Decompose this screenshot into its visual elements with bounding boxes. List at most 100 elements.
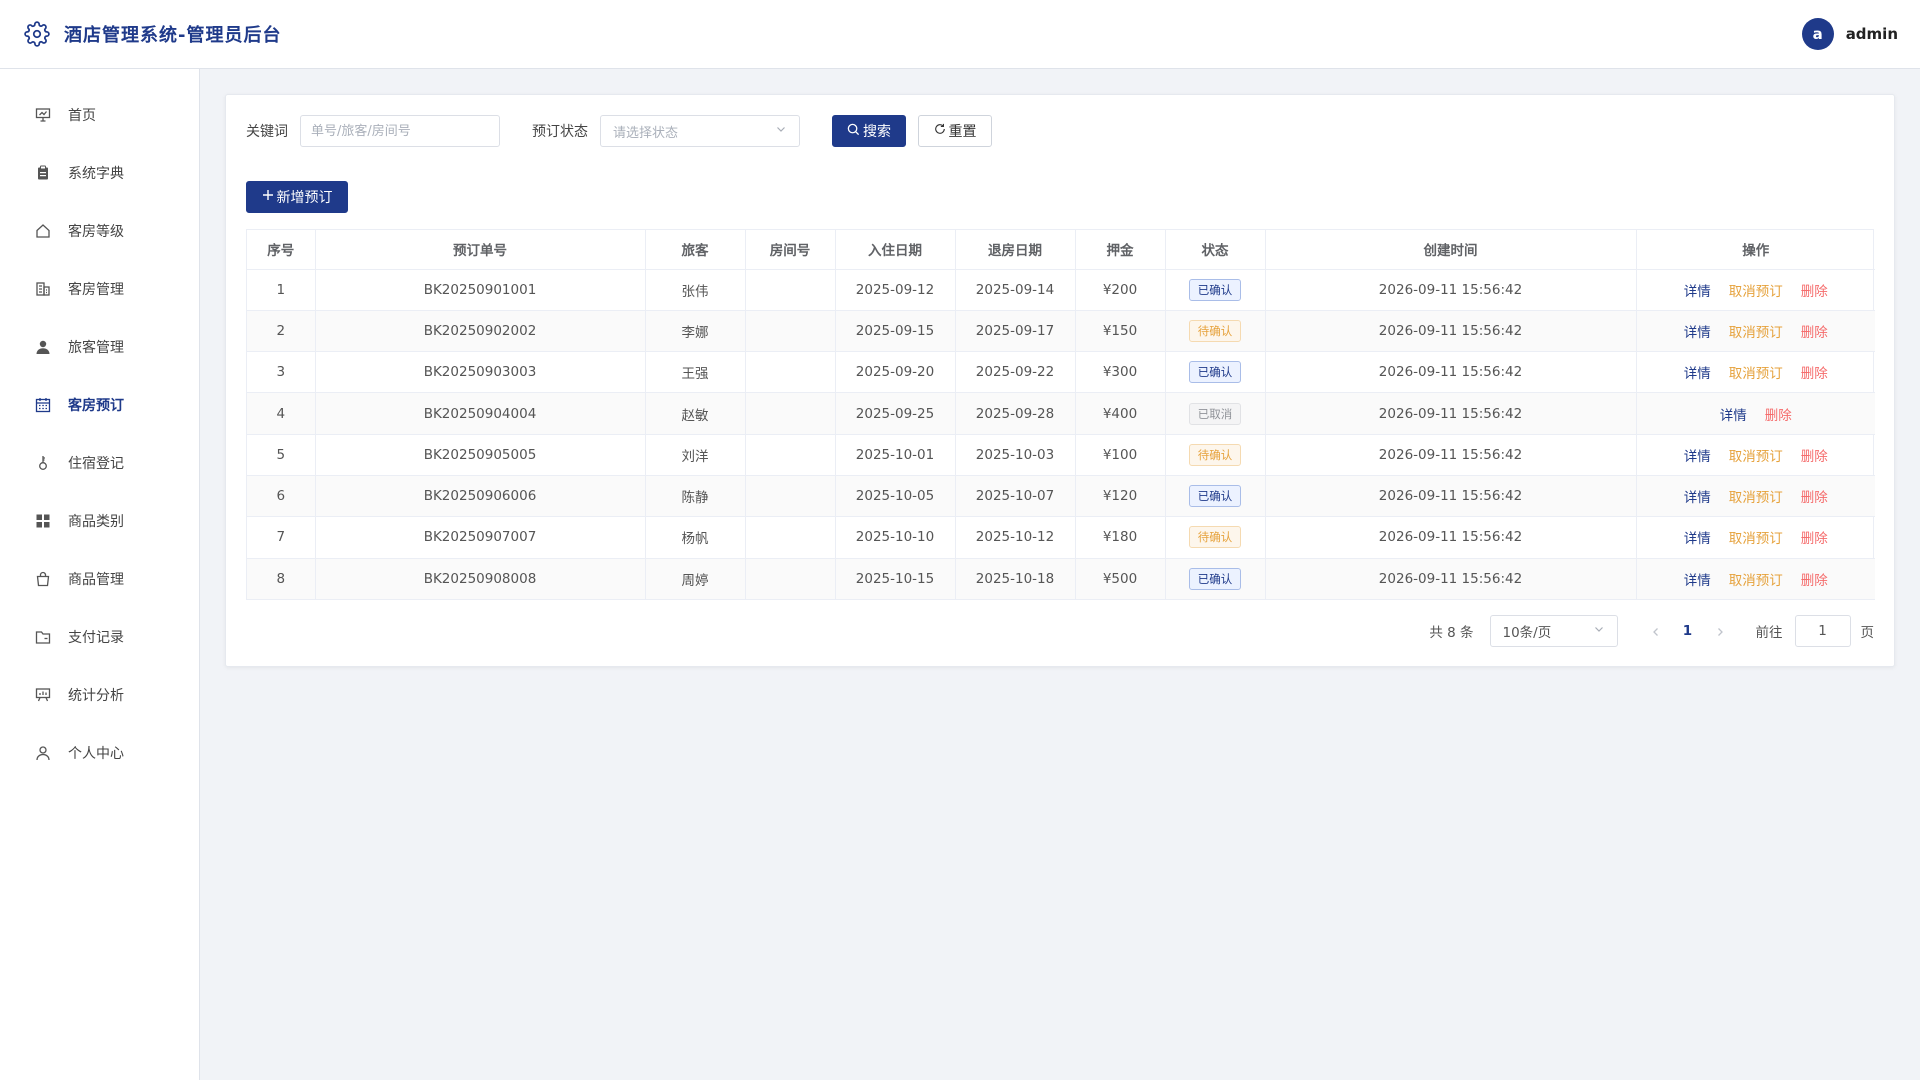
reset-button-label: 重置 xyxy=(948,124,977,140)
cell-actions: 详情 取消预订 删除 xyxy=(1636,351,1875,394)
detail-link[interactable]: 详情 xyxy=(1684,445,1711,465)
page-suffix: 页 xyxy=(1860,625,1875,641)
add-booking-label: 新增预订 xyxy=(276,190,333,206)
column-header: 操作 xyxy=(1636,230,1875,270)
cancel-booking-link[interactable]: 取消预订 xyxy=(1729,445,1783,465)
column-header: 状态 xyxy=(1165,230,1266,270)
building-icon xyxy=(34,280,52,298)
sidebar-item-dictionary[interactable]: 系统字典 xyxy=(0,144,199,202)
cell-index: 4 xyxy=(247,392,316,435)
sidebar-item-statistics[interactable]: 统计分析 xyxy=(0,666,199,724)
cell-deposit: ¥180 xyxy=(1075,516,1166,559)
cell-room xyxy=(745,434,836,476)
delete-link[interactable]: 删除 xyxy=(1801,569,1828,589)
table-row[interactable]: 5 BK20250905005 刘洋 2025-10-01 2025-10-03… xyxy=(247,434,1875,476)
delete-link[interactable]: 删除 xyxy=(1801,362,1828,382)
table-row[interactable]: 1 BK20250901001 张伟 2025-09-12 2025-09-14… xyxy=(247,269,1875,311)
cell-index: 7 xyxy=(247,516,316,559)
prev-page-button[interactable] xyxy=(1640,622,1672,641)
presentation-icon xyxy=(34,106,52,124)
total-count: 共 8 条 xyxy=(1429,625,1474,641)
page-number-current[interactable]: 1 xyxy=(1672,623,1704,639)
cell-checkout: 2025-09-28 xyxy=(955,392,1076,435)
sidebar-item-checkin-registration[interactable]: 住宿登记 xyxy=(0,434,199,492)
next-page-button[interactable] xyxy=(1704,622,1736,641)
cell-checkout: 2025-10-18 xyxy=(955,558,1076,600)
sidebar-item-guest-management[interactable]: 旅客管理 xyxy=(0,318,199,376)
sidebar-item-home[interactable]: 首页 xyxy=(0,86,199,144)
cell-actions: 详情 取消预订 删除 xyxy=(1636,269,1875,311)
cell-created: 2026-09-11 15:56:42 xyxy=(1265,351,1637,394)
detail-link[interactable]: 详情 xyxy=(1684,321,1711,341)
delete-link[interactable]: 删除 xyxy=(1801,280,1828,300)
cancel-booking-link[interactable]: 取消预订 xyxy=(1729,280,1783,300)
detail-link[interactable]: 详情 xyxy=(1684,569,1711,589)
cell-created: 2026-09-11 15:56:42 xyxy=(1265,516,1637,559)
cell-actions: 详情 取消预订 删除 xyxy=(1636,516,1875,559)
cell-status: 已确认 xyxy=(1165,475,1266,518)
cell-created: 2026-09-11 15:56:42 xyxy=(1265,475,1637,518)
add-booking-button[interactable]: 新增预订 xyxy=(246,181,348,213)
cancel-booking-link[interactable]: 取消预订 xyxy=(1729,362,1783,382)
cell-deposit: ¥500 xyxy=(1075,558,1166,600)
sidebar-item-room-booking[interactable]: 客房预订 xyxy=(0,376,199,434)
page-size-select[interactable]: 10条/页 xyxy=(1489,615,1618,647)
sidebar-item-profile[interactable]: 个人中心 xyxy=(0,724,199,782)
cell-deposit: ¥400 xyxy=(1075,392,1166,435)
cell-order-no: BK20250905005 xyxy=(315,434,646,476)
key-icon xyxy=(34,454,52,472)
status-label: 预订状态 xyxy=(532,124,588,140)
cell-order-no: BK20250902002 xyxy=(315,310,646,353)
sidebar-item-payment-records[interactable]: 支付记录 xyxy=(0,608,199,666)
table-row[interactable]: 6 BK20250906006 陈静 2025-10-05 2025-10-07… xyxy=(247,475,1875,518)
delete-link[interactable]: 删除 xyxy=(1801,486,1828,506)
table-row[interactable]: 8 BK20250908008 周婷 2025-10-15 2025-10-18… xyxy=(247,558,1875,600)
cell-checkin: 2025-09-25 xyxy=(835,392,956,435)
sidebar-item-label: 客房管理 xyxy=(68,282,124,298)
cell-index: 2 xyxy=(247,310,316,353)
refresh-icon xyxy=(934,123,946,139)
table-row[interactable]: 2 BK20250902002 李娜 2025-09-15 2025-09-17… xyxy=(247,310,1875,353)
table-row[interactable]: 4 BK20250904004 赵敏 2025-09-25 2025-09-28… xyxy=(247,392,1875,435)
delete-link[interactable]: 删除 xyxy=(1801,527,1828,547)
detail-link[interactable]: 详情 xyxy=(1684,527,1711,547)
sidebar-item-label: 支付记录 xyxy=(68,630,124,646)
table-row[interactable]: 7 BK20250907007 杨帆 2025-10-10 2025-10-12… xyxy=(247,516,1875,559)
delete-link[interactable]: 删除 xyxy=(1801,321,1828,341)
detail-link[interactable]: 详情 xyxy=(1684,362,1711,382)
detail-link[interactable]: 详情 xyxy=(1684,280,1711,300)
cell-deposit: ¥200 xyxy=(1075,269,1166,311)
sidebar-item-room-level[interactable]: 客房等级 xyxy=(0,202,199,260)
avatar[interactable]: a xyxy=(1801,18,1834,50)
reset-button[interactable]: 重置 xyxy=(918,115,992,147)
cell-order-no: BK20250906006 xyxy=(315,475,646,518)
booking-table: 序号 预订单号 旅客 房间号 入住日期 退房日期 押金 状态 创建时间 操作 1… xyxy=(246,229,1875,600)
sidebar-item-label: 商品管理 xyxy=(68,572,124,588)
search-button[interactable]: 搜索 xyxy=(832,115,906,147)
cell-checkin: 2025-10-10 xyxy=(835,516,956,559)
detail-link[interactable]: 详情 xyxy=(1720,404,1747,424)
detail-link[interactable]: 详情 xyxy=(1684,486,1711,506)
cancel-booking-link[interactable]: 取消预订 xyxy=(1729,321,1783,341)
sidebar-item-product-category[interactable]: 商品类别 xyxy=(0,492,199,550)
sidebar-item-room-management[interactable]: 客房管理 xyxy=(0,260,199,318)
cell-guest: 杨帆 xyxy=(645,516,746,559)
chevron-down-icon xyxy=(775,123,787,139)
status-select[interactable]: 请选择状态 xyxy=(600,115,800,147)
delete-link[interactable]: 删除 xyxy=(1801,445,1828,465)
sidebar-item-product-management[interactable]: 商品管理 xyxy=(0,550,199,608)
cell-guest: 王强 xyxy=(645,351,746,394)
cell-guest: 周婷 xyxy=(645,558,746,600)
user-filled-icon xyxy=(34,338,52,356)
cell-guest: 李娜 xyxy=(645,310,746,353)
cancel-booking-link[interactable]: 取消预订 xyxy=(1729,569,1783,589)
cell-order-no: BK20250904004 xyxy=(315,392,646,435)
keyword-input[interactable] xyxy=(300,115,500,147)
cancel-booking-link[interactable]: 取消预订 xyxy=(1729,486,1783,506)
username[interactable]: admin xyxy=(1846,25,1898,43)
goto-page-input[interactable] xyxy=(1794,615,1851,647)
user-menu[interactable]: a admin xyxy=(1801,18,1898,50)
table-row[interactable]: 3 BK20250903003 王强 2025-09-20 2025-09-22… xyxy=(247,351,1875,394)
delete-link[interactable]: 删除 xyxy=(1765,404,1792,424)
cancel-booking-link[interactable]: 取消预订 xyxy=(1729,527,1783,547)
